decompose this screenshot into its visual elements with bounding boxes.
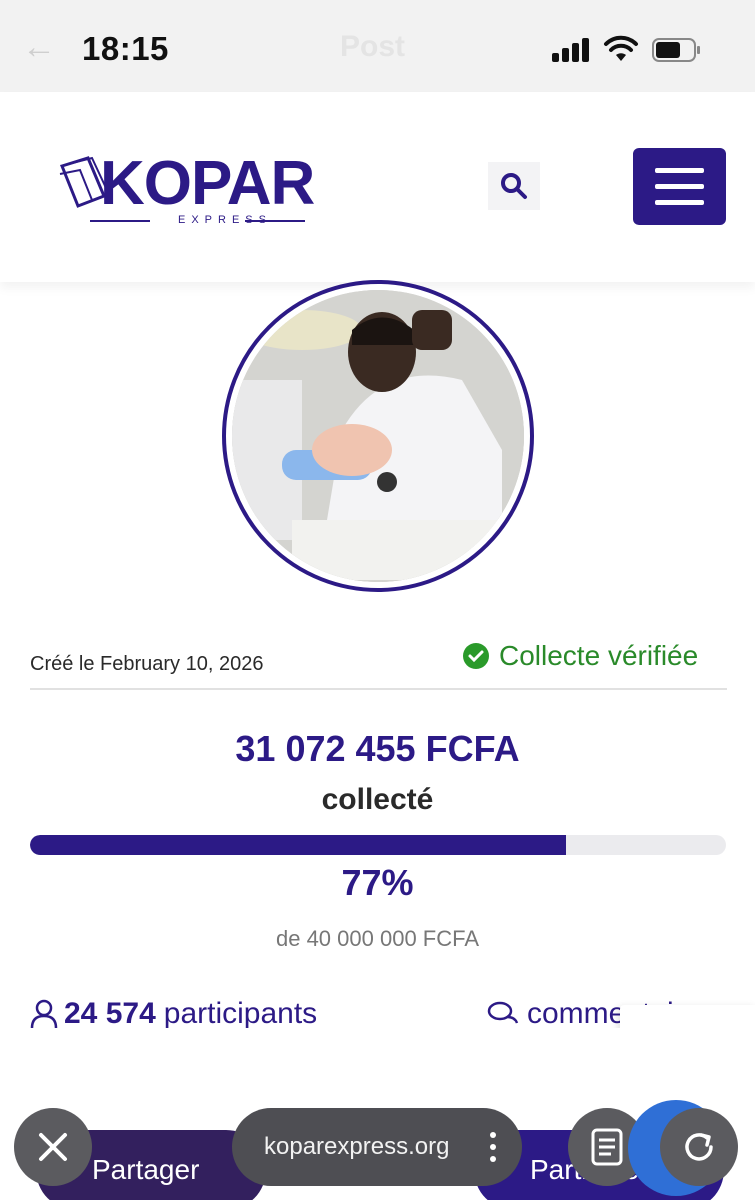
status-bar: ← 18:15 Post: [0, 0, 755, 92]
reload-icon: [685, 1133, 713, 1161]
verified-label: Collecte vérifiée: [499, 640, 699, 671]
progress-fill: [30, 835, 566, 855]
wifi-icon: [604, 35, 638, 61]
funding-progress-bar: [30, 835, 726, 855]
campaign-photo-frame: [222, 280, 534, 592]
menu-button[interactable]: [633, 148, 726, 225]
search-icon: [501, 173, 527, 199]
close-icon: [39, 1133, 67, 1161]
campaign-photo: [232, 290, 524, 582]
comments-icon: [487, 1001, 519, 1024]
created-date: Créé le February 10, 2026: [30, 653, 264, 675]
hamburger-icon: [655, 168, 704, 173]
collected-label: collecté: [321, 783, 434, 816]
back-arrow-icon[interactable]: ←: [22, 30, 56, 64]
reload-button[interactable]: [660, 1108, 738, 1186]
logo-subtitle: EXPRESS: [90, 214, 305, 228]
url-bar[interactable]: koparexpress.org: [232, 1108, 522, 1186]
logo-text: KOPAR: [100, 149, 315, 218]
cellular-signal-icon: [552, 36, 590, 62]
url-text: koparexpress.org: [264, 1133, 450, 1160]
status-title: Post: [340, 30, 406, 63]
close-button[interactable]: [14, 1108, 92, 1186]
funding-goal: de 40 000 000 FCFA: [275, 926, 480, 951]
site-header: KOPAR EXPRESS: [0, 92, 755, 282]
verified-badge: Collecte vérifiée: [463, 640, 698, 672]
participants-count[interactable]: 24 574 participants: [30, 996, 317, 1032]
battery-icon: [652, 38, 700, 62]
participants-number: 24 574: [64, 997, 156, 1030]
divider: [30, 688, 727, 690]
funding-percent: 77%: [341, 862, 414, 903]
user-icon: [30, 999, 58, 1029]
check-circle-icon: [463, 643, 489, 669]
status-time: 18:15: [82, 30, 169, 67]
participants-label: participants: [163, 997, 318, 1030]
more-options-icon[interactable]: [490, 1130, 496, 1164]
search-button[interactable]: [488, 162, 540, 210]
bottom-bar: Partager Participer koparexpress.org: [0, 1100, 755, 1200]
amount-raised: 31 072 455 FCFA: [235, 728, 520, 769]
document-icon: [591, 1128, 623, 1166]
kopar-logo[interactable]: KOPAR EXPRESS: [58, 148, 318, 228]
